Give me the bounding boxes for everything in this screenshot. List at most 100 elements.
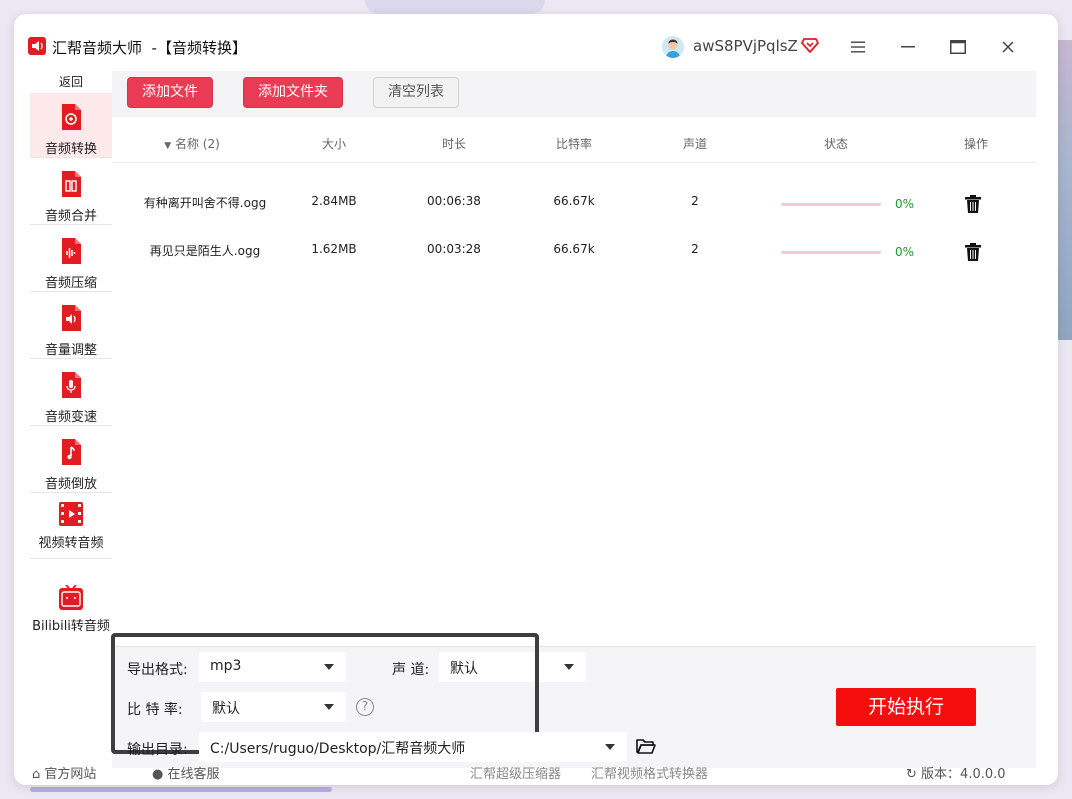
vip-diamond-icon[interactable] (801, 36, 819, 54)
th-name[interactable]: ▼ 名称 (2) (152, 135, 232, 152)
trash-icon[interactable] (965, 195, 981, 213)
sidebar-item-label: 音频压缩 (44, 276, 97, 291)
sidebar-item-video-to-audio[interactable]: 视频转音频 (30, 495, 112, 559)
th-channels: 声道 (682, 137, 707, 151)
channel-value: 默认 (450, 661, 478, 677)
file-size: 2.84MB (311, 194, 357, 208)
sidebar-item-label: 音频变速 (44, 410, 97, 425)
output-dir-value: C:/Users/ruguo/Desktop/汇帮音频大师 (210, 741, 466, 757)
toolbar: 添加文件 添加文件夹 清空列表 (112, 71, 1036, 117)
bitrate-label: 比 特 率: (127, 702, 183, 718)
th-bitrate: 比特率 (555, 137, 592, 151)
sidebar-item-audio-merge[interactable]: 音频合并 (30, 160, 112, 225)
support-link[interactable]: ● 在线客服 (152, 763, 220, 782)
progress-bar (781, 251, 881, 254)
website-link[interactable]: ⌂ 官方网站 (32, 763, 96, 782)
settings-panel: 导出格式: mp3 声 道: 默认 比 特 率: 默认 ? 开始执行 输出目录:… (111, 633, 1036, 768)
format-select[interactable]: mp3 (199, 652, 346, 682)
sidebar-item-audio-convert[interactable]: 音频转换 (30, 93, 112, 158)
sidebar-item-audio-compress[interactable]: 音频压缩 (30, 227, 112, 292)
app-window: 汇帮音频大师 -【音频转换】 awS8PVjPqlsZ 返回 音频转换 音频合并… (14, 14, 1058, 785)
video-icon (59, 502, 83, 526)
progress-percent: 0% (895, 245, 915, 259)
background-shape (365, 0, 545, 14)
close-icon (1002, 41, 1014, 53)
microphone-icon (62, 372, 81, 398)
close-button[interactable] (994, 34, 1022, 60)
channel-label: 声 道: (392, 662, 430, 678)
file-bitrate: 66.67k (553, 242, 595, 256)
version-label: 版本：4.0.0.0 (921, 767, 1006, 782)
sidebar-item-label: 音量调整 (44, 343, 97, 358)
channel-select[interactable]: 默认 (439, 652, 586, 682)
progress-percent: 0% (895, 197, 915, 211)
table-header: ▼ 名称 (2) 大小 时长 比特率 声道 状态 操作 (112, 123, 1036, 163)
file-bitrate: 66.67k (553, 194, 595, 208)
sidebar-item-bilibili[interactable]: Bilibili转音频 (30, 569, 112, 635)
bitrate-select[interactable]: 默认 (201, 692, 346, 722)
website-label: 官方网站 (44, 767, 97, 782)
sidebar-item-label: 视频转音频 (38, 536, 104, 551)
th-actions: 操作 (963, 137, 988, 151)
caret-down-icon (324, 664, 334, 670)
th-duration: 时长 (441, 137, 466, 151)
clear-list-button[interactable]: 清空列表 (373, 77, 459, 108)
sidebar-item-reverse[interactable]: 音频倒放 (30, 428, 112, 493)
add-file-button[interactable]: 添加文件 (127, 77, 213, 108)
progress-bar (781, 203, 881, 206)
trash-icon[interactable] (965, 243, 981, 261)
username[interactable]: awS8PVjPqlsZ (693, 37, 798, 55)
home-icon: ⌂ (32, 767, 41, 782)
main-panel: 添加文件 添加文件夹 清空列表 ▼ 名称 (2) 大小 时长 比特率 声道 状态… (111, 71, 1036, 768)
menu-icon (851, 41, 865, 53)
caret-down-icon (564, 664, 574, 670)
start-button[interactable]: 开始执行 (836, 688, 976, 726)
back-link[interactable]: 返回 (30, 71, 112, 93)
file-duration: 00:06:38 (427, 194, 481, 208)
output-label: 输出目录: (127, 742, 188, 758)
app-logo-icon (28, 37, 46, 55)
sidebar-item-label: 音频转换 (44, 142, 97, 157)
maximize-button[interactable] (944, 34, 972, 60)
caret-down-icon (324, 704, 334, 710)
menu-button[interactable] (844, 34, 872, 60)
table-row[interactable]: 再见只是陌生人.ogg 1.62MB 00:03:28 66.67k 2 0% (112, 227, 1036, 273)
th-name-label: 名称 (2) (174, 137, 220, 151)
avatar[interactable] (662, 36, 684, 58)
minimize-button[interactable] (894, 34, 922, 60)
help-icon[interactable]: ? (356, 698, 374, 716)
headset-icon: ● (152, 767, 164, 782)
caret-down-icon (605, 744, 615, 750)
format-label: 导出格式: (127, 662, 188, 678)
sidebar-item-label: 音频倒放 (44, 477, 97, 492)
bitrate-value: 默认 (212, 701, 240, 717)
title-bar: 汇帮音频大师 -【音频转换】 awS8PVjPqlsZ (14, 14, 1058, 64)
taskbar-indicator (30, 787, 332, 792)
compressor-link[interactable]: 汇帮超级压缩器 (470, 763, 561, 782)
support-label: 在线客服 (167, 767, 220, 782)
sidebar-item-volume[interactable]: 音量调整 (30, 294, 112, 359)
file-name: 再见只是陌生人.ogg (149, 244, 261, 258)
audio-merge-icon (62, 171, 81, 197)
music-note-icon (62, 439, 81, 465)
format-value: mp3 (210, 658, 242, 674)
file-channels: 2 (691, 194, 699, 208)
footer: ⌂ 官方网站 ● 在线客服 汇帮超级压缩器 汇帮视频格式转换器 ↻ 版本：4.0… (14, 759, 1058, 785)
th-status: 状态 (823, 137, 848, 151)
video-converter-link[interactable]: 汇帮视频格式转换器 (591, 763, 708, 782)
output-dir-select[interactable]: C:/Users/ruguo/Desktop/汇帮音频大师 (199, 732, 627, 762)
file-name: 有种离开叫舍不得.ogg (143, 196, 267, 210)
sidebar-item-speed[interactable]: 音频变速 (30, 361, 112, 426)
table-row[interactable]: 有种离开叫舍不得.ogg 2.84MB 00:06:38 66.67k 2 0% (112, 179, 1036, 225)
sidebar-item-label: Bilibili转音频 (32, 619, 110, 634)
minimize-icon (901, 46, 915, 48)
folder-open-icon[interactable] (636, 737, 656, 755)
file-duration: 00:03:28 (427, 242, 481, 256)
user-avatar-icon (662, 36, 684, 58)
sort-down-icon: ▼ (164, 141, 172, 151)
sidebar-item-label: 音频合并 (44, 209, 97, 224)
file-size: 1.62MB (311, 242, 357, 256)
refresh-icon: ↻ (906, 767, 917, 782)
maximize-icon (950, 40, 966, 54)
add-folder-button[interactable]: 添加文件夹 (243, 77, 343, 108)
